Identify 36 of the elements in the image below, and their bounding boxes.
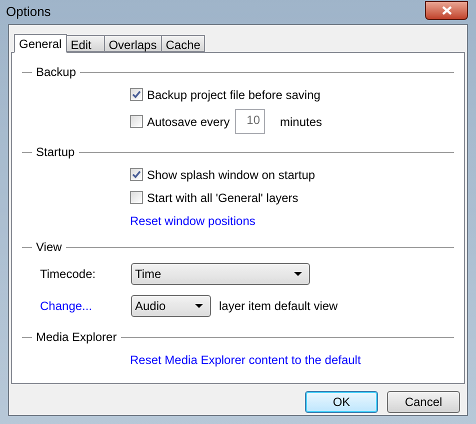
dropdown-suffix: layer item default view bbox=[219, 298, 338, 315]
field-label: Timecode: bbox=[40, 266, 97, 283]
dropdown[interactable]: Audio bbox=[131, 295, 211, 317]
section-heading: View bbox=[35, 239, 63, 256]
checkbox-label: Show splash window on startup bbox=[147, 166, 316, 184]
close-icon bbox=[442, 6, 452, 14]
section-heading: Backup bbox=[35, 64, 78, 81]
section-heading: Media Explorer bbox=[35, 329, 118, 346]
number-field[interactable]: 10 bbox=[235, 109, 265, 134]
checkbox[interactable] bbox=[130, 115, 143, 128]
tab[interactable]: Edit bbox=[66, 35, 105, 52]
caret-icon bbox=[195, 304, 203, 308]
checkmark-icon bbox=[132, 170, 141, 179]
checkbox-label: Backup project file before saving bbox=[147, 86, 320, 104]
tab[interactable]: Overlaps bbox=[104, 35, 162, 52]
close-button[interactable] bbox=[425, 0, 468, 20]
dropdown-value: Time bbox=[135, 266, 162, 283]
link[interactable]: Reset window positions bbox=[130, 212, 256, 230]
units-label: minutes bbox=[280, 114, 322, 130]
checkbox[interactable] bbox=[130, 88, 143, 101]
dropdown[interactable]: Time bbox=[131, 263, 310, 285]
checkbox-label: Start with all 'General' layers bbox=[147, 190, 298, 206]
checkbox[interactable] bbox=[130, 191, 143, 204]
link[interactable]: Reset Media Explorer content to the default bbox=[130, 350, 361, 368]
window-title: Options bbox=[6, 3, 51, 22]
dropdown-value: Audio bbox=[135, 298, 166, 315]
tab[interactable]: General bbox=[14, 34, 67, 53]
checkbox-label: Autosave every bbox=[147, 114, 231, 130]
dialog-button[interactable]: Cancel bbox=[387, 391, 460, 413]
caret-icon bbox=[294, 272, 302, 276]
dialog-button[interactable]: OK bbox=[305, 391, 378, 413]
checkbox[interactable] bbox=[130, 168, 143, 181]
section-heading: Startup bbox=[35, 144, 76, 161]
tab[interactable]: Cache bbox=[162, 35, 206, 52]
checkmark-icon bbox=[132, 90, 141, 99]
link[interactable]: Change... bbox=[40, 297, 131, 315]
